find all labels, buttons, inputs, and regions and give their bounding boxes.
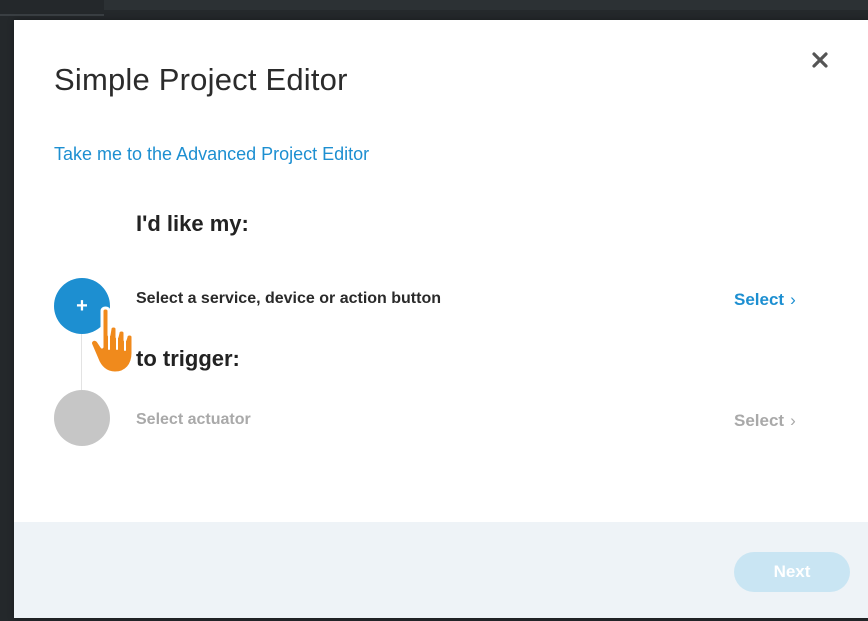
step-connector-line	[81, 334, 82, 390]
backdrop-top-strip	[0, 0, 868, 10]
step-1-label[interactable]: Select a service, device or action butto…	[136, 290, 441, 308]
modal-title: Simple Project Editor	[54, 62, 348, 97]
step-2-heading: to trigger:	[136, 346, 240, 371]
close-icon	[812, 52, 828, 68]
advanced-editor-link[interactable]: Take me to the Advanced Project Editor	[54, 144, 369, 165]
next-button[interactable]: Next	[734, 552, 850, 592]
step-1-heading: I'd like my:	[136, 211, 249, 236]
chevron-right-icon: ›	[790, 290, 796, 309]
select-label: Select	[734, 290, 785, 309]
step-1-select-link[interactable]: Select ›	[734, 290, 796, 310]
step-1-add-button[interactable]: +	[54, 278, 110, 334]
project-editor-modal: Simple Project Editor Take me to the Adv…	[14, 20, 868, 618]
backdrop-tab-accent	[0, 0, 104, 16]
plus-icon: +	[76, 294, 88, 317]
step-2-label: Select actuator	[136, 411, 251, 428]
modal-footer: Next	[14, 522, 868, 618]
close-button[interactable]	[806, 46, 834, 74]
select-label: Select	[734, 411, 785, 430]
step-2-circle	[54, 390, 110, 446]
chevron-right-icon: ›	[790, 411, 796, 430]
step-2-select-link[interactable]: Select ›	[734, 411, 796, 431]
